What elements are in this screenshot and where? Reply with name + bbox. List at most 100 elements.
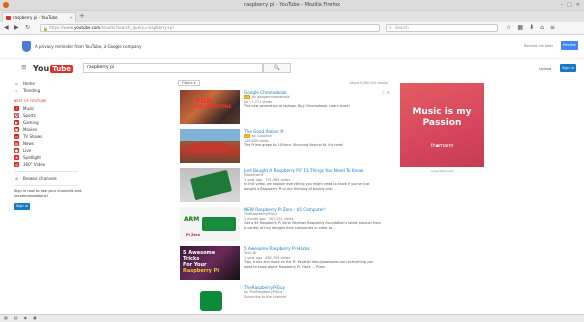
- news-icon: ▤: [14, 141, 19, 146]
- guide-item-home[interactable]: ⌂ Home: [14, 80, 84, 87]
- guide-item-label: Sports: [23, 113, 36, 118]
- thumbnail-text: FUN: [196, 97, 213, 105]
- guide-sign-in-button[interactable]: Sign in: [14, 203, 30, 210]
- guide-item-tv-shows[interactable]: ▭ TV Shows: [14, 133, 84, 140]
- guide-item-label: Music: [23, 106, 35, 111]
- terminal-icon[interactable]: ▣: [33, 315, 37, 321]
- guide-item-label: Home: [23, 81, 35, 86]
- url-host: youtube.com: [74, 25, 101, 30]
- logo-tube: Tube: [50, 64, 73, 73]
- result-item[interactable]: Just Bought A Raspberry Pi? 15 Things Yo…: [176, 166, 390, 205]
- tab-close-icon[interactable]: ×: [70, 15, 73, 20]
- browser-search-input[interactable]: ⌕ Search: [386, 24, 498, 32]
- sign-in-button[interactable]: Sign in: [560, 64, 576, 72]
- search-results: Filters ▾ About 9,360,000 results FUN FO…: [176, 80, 390, 322]
- result-item[interactable]: FUN FOR EVERYONE Google Chromebook Ad by …: [176, 88, 390, 127]
- minimize-button[interactable]: –: [561, 2, 564, 8]
- car-shape: [190, 143, 230, 153]
- browser-icon[interactable]: ◉: [24, 315, 28, 321]
- url-prefix: https://www.: [49, 25, 75, 30]
- review-button[interactable]: Review: [561, 41, 578, 50]
- video-thumbnail[interactable]: ARM Pi Zero: [180, 207, 240, 241]
- guide-item-label: Spotlight: [23, 155, 41, 160]
- guide-menu-icon[interactable]: ≡: [21, 64, 27, 71]
- guide-item-trending[interactable]: ♨ Trending: [14, 87, 84, 94]
- privacy-banner: A privacy reminder from YouTube, a Googl…: [0, 35, 584, 59]
- ad-headline: Music is my Passion: [400, 107, 484, 129]
- back-icon[interactable]: ◀: [4, 25, 9, 31]
- guide-item-movies[interactable]: ▣ Movies: [14, 126, 84, 133]
- music-icon: ♪: [14, 106, 19, 111]
- thumbnail-subtext: FOR EVERYONE: [193, 105, 232, 110]
- home-icon: ⌂: [15, 81, 18, 86]
- privacy-banner-text: A privacy reminder from YouTube, a Googl…: [35, 44, 142, 49]
- taskbar-icons: ▦ ▤ ◉ ▣: [4, 315, 37, 321]
- upload-button[interactable]: Upload: [539, 67, 551, 71]
- guide-item-label: Gaming: [23, 120, 39, 125]
- forward-icon[interactable]: ▶: [14, 25, 19, 31]
- guide-item-news[interactable]: ▤ News: [14, 140, 84, 147]
- ad-headline-line-1: Music is my: [412, 107, 472, 117]
- downloads-icon[interactable]: ⬇: [529, 24, 534, 31]
- raspberry-pi-board-shape: [189, 169, 233, 201]
- guide-item-label: Trending: [23, 88, 41, 93]
- files-icon[interactable]: ▤: [14, 315, 18, 321]
- result-channel-name[interactable]: by googlechromebook: [252, 95, 290, 99]
- youtube-logo[interactable]: You Tube: [33, 63, 73, 74]
- guide-item-browse-channels[interactable]: ⊕ Browse channels: [14, 175, 84, 182]
- live-icon: ●: [14, 148, 19, 153]
- guide-item-spotlight[interactable]: ★ Spotlight: [14, 154, 84, 161]
- guide-item-label: News: [23, 141, 34, 146]
- tab-youtube[interactable]: raspberry pi - YouTube ×: [2, 12, 76, 22]
- reload-icon[interactable]: ↻: [25, 25, 30, 31]
- guide-item-360-video[interactable]: ◎ 360° Video: [14, 161, 84, 168]
- result-description: Tips, tricks and more on the Pi. Yayatik…: [244, 260, 374, 269]
- bookmarks-menu-icon[interactable]: ▦: [517, 24, 523, 31]
- url-bar[interactable]: 🔒 https://www.youtube.com/results?search…: [40, 24, 380, 32]
- result-views: Subscribe to the channel: [244, 294, 287, 299]
- guide-divider: [14, 171, 78, 172]
- result-item[interactable]: ARM Pi Zero NEW Raspberry Pi Zero - $5 C…: [176, 205, 390, 244]
- guide-item-gaming[interactable]: ▶ Gaming: [14, 119, 84, 126]
- result-item[interactable]: The Good Italian ® Ad by Gasoline 126,805…: [176, 127, 390, 166]
- video-thumbnail[interactable]: 5 Awesome Tricks For Your Raspberry Pi: [180, 246, 240, 280]
- channel-logo-shape: [200, 291, 222, 311]
- maximize-button[interactable]: □: [567, 2, 572, 8]
- guide-item-live[interactable]: ● Live: [14, 147, 84, 154]
- video-thumbnail[interactable]: [180, 129, 240, 163]
- close-window-button[interactable]: ✕: [576, 2, 580, 8]
- bookmark-star-icon[interactable]: ☆: [506, 24, 511, 31]
- search-button[interactable]: 🔍: [263, 63, 291, 73]
- guide-item-label: 360° Video: [23, 162, 46, 167]
- tv-icon: ▭: [14, 134, 19, 139]
- window-title: raspberry pi - YouTube - Mozilla Firefox: [244, 2, 340, 8]
- result-item[interactable]: 5 Awesome Tricks For Your Raspberry Pi 5…: [176, 244, 390, 283]
- filters-button[interactable]: Filters ▾: [178, 80, 200, 86]
- video-thumbnail[interactable]: [180, 168, 240, 202]
- video-thumbnail[interactable]: FUN FOR EVERYONE: [180, 90, 240, 124]
- youtube-favicon-icon: [6, 15, 11, 20]
- home-icon[interactable]: ⌂: [540, 24, 544, 31]
- result-title[interactable]: Just Bought A Raspberry Pi? 15 Things Yo…: [244, 168, 382, 173]
- google-shield-icon: [22, 41, 31, 52]
- ad-caption[interactable]: Advertisement: [400, 169, 484, 173]
- result-channel-name[interactable]: by Gasoline: [252, 134, 272, 138]
- navigation-bar: ◀ ▶ ↻ 🔒 https://www.youtube.com/results?…: [0, 22, 584, 35]
- youtube-page: A privacy reminder from YouTube, a Googl…: [0, 35, 584, 320]
- guide-item-music[interactable]: ♪ Music: [14, 105, 84, 112]
- app-menu-icon[interactable]: ▦: [4, 315, 8, 321]
- search-input[interactable]: raspberry pi: [83, 63, 263, 73]
- hamburger-menu-icon[interactable]: ≡: [550, 24, 555, 31]
- info-icon[interactable]: ⓘ ✕: [381, 90, 390, 96]
- result-text: Just Bought A Raspberry Pi? 15 Things Yo…: [244, 168, 382, 191]
- movies-icon: ▣: [14, 127, 19, 132]
- pi-zero-board-shape: [202, 217, 236, 231]
- new-tab-button[interactable]: +: [79, 12, 85, 21]
- guide-item-sports[interactable]: ⚽ Sports: [14, 112, 84, 119]
- browser-search-placeholder: Search: [395, 25, 409, 30]
- tab-strip: raspberry pi - YouTube × +: [0, 11, 584, 22]
- thumbnail-line: Raspberry Pi: [183, 268, 220, 274]
- firefox-icon: [3, 2, 9, 8]
- display-ad[interactable]: Music is my Passion th▪mann: [400, 83, 484, 167]
- remind-later-link[interactable]: Remind me later: [524, 44, 553, 48]
